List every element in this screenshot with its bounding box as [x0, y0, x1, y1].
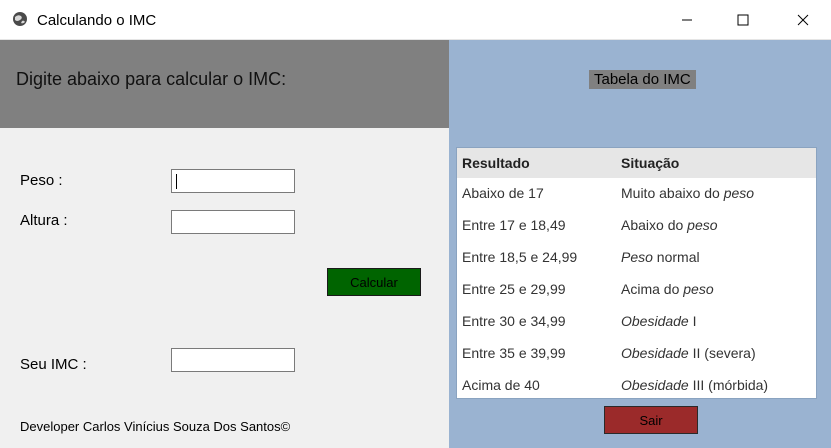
globe-icon [13, 12, 27, 26]
maximize-icon [737, 14, 749, 26]
imc-result-field[interactable] [171, 348, 295, 372]
altura-input[interactable] [171, 210, 295, 234]
situacao-cell: Obesidade I [621, 313, 697, 329]
situacao-text-em: Obesidade [621, 377, 689, 393]
maximize-button[interactable] [720, 0, 766, 40]
form-header: Digite abaixo para calcular o IMC: [0, 40, 449, 128]
table-row: Entre 35 e 39,99 Obesidade II (severa) [457, 338, 816, 370]
header-instruction: Digite abaixo para calcular o IMC: [16, 69, 287, 89]
resultado-cell: Entre 18,5 e 24,99 [462, 249, 578, 265]
resultado-cell: Acima de 40 [462, 377, 540, 393]
close-icon [797, 14, 809, 26]
sair-button[interactable]: Sair [604, 406, 698, 434]
table-row: Entre 18,5 e 24,99 Peso normal [457, 242, 816, 274]
situacao-text-post: III (mórbida) [688, 377, 769, 393]
situacao-cell: Muito abaixo do peso [621, 185, 754, 201]
table-row: Entre 30 e 34,99 Obesidade I [457, 306, 816, 338]
title-bar: Calculando o IMC [0, 0, 831, 40]
seu-imc-label: Seu IMC : [20, 356, 87, 373]
table-row: Entre 17 e 18,49 Abaixo do peso [457, 210, 816, 242]
table-title: Tabela do IMC [589, 70, 696, 89]
resultado-cell: Entre 30 e 34,99 [462, 313, 566, 329]
situacao-text-em: Obesidade [621, 345, 689, 361]
situacao-text-em: peso [683, 281, 714, 297]
table-header-row: Resultado Situação [457, 148, 816, 178]
situacao-text-em: peso [687, 217, 718, 233]
peso-label: Peso : [20, 172, 63, 189]
table-row: Acima de 40 Obesidade III (mórbida) [457, 370, 816, 402]
situacao-text-post: normal [652, 249, 700, 265]
situacao-text-pre: Muito abaixo do [621, 185, 724, 201]
situacao-cell: Obesidade III (mórbida) [621, 377, 768, 393]
imc-table: Resultado Situação Abaixo de 17 Muito aba… [456, 147, 817, 399]
situacao-text-post: I [688, 313, 697, 329]
situacao-cell: Acima do peso [621, 281, 714, 297]
table-row: Entre 25 e 29,99 Acima do peso [457, 274, 816, 306]
table-row: Abaixo de 17 Muito abaixo do peso [457, 178, 816, 210]
developer-credit: Developer Carlos Vinícius Souza Dos Sant… [20, 419, 291, 434]
text-caret [176, 174, 177, 189]
situacao-text-em: peso [723, 185, 755, 201]
situacao-cell: Peso normal [621, 249, 700, 265]
form-panel: Digite abaixo para calcular o IMC: Peso … [0, 40, 449, 448]
situacao-text-em: Obesidade [621, 313, 689, 329]
column-header-resultado: Resultado [462, 155, 530, 171]
peso-input[interactable] [171, 169, 295, 193]
table-panel: Tabela do IMC Resultado Situação Abaixo … [449, 40, 831, 448]
resultado-cell: Entre 25 e 29,99 [462, 281, 566, 297]
situacao-text-pre: Abaixo do [621, 217, 688, 233]
situacao-text-post: II (severa) [688, 345, 756, 361]
close-button[interactable] [780, 0, 826, 40]
column-header-situacao: Situação [621, 155, 680, 171]
window-title: Calculando o IMC [37, 12, 157, 29]
altura-label: Altura : [20, 212, 68, 229]
minimize-icon [682, 19, 692, 21]
situacao-text-em: Peso [621, 249, 653, 265]
situacao-cell: Abaixo do peso [621, 217, 718, 233]
situacao-text-pre: Acima do [621, 281, 684, 297]
resultado-cell: Entre 35 e 39,99 [462, 345, 566, 361]
situacao-cell: Obesidade II (severa) [621, 345, 756, 361]
minimize-button[interactable] [664, 0, 710, 40]
calcular-button[interactable]: Calcular [327, 268, 421, 296]
resultado-cell: Entre 17 e 18,49 [462, 217, 566, 233]
resultado-cell: Abaixo de 17 [462, 185, 544, 201]
